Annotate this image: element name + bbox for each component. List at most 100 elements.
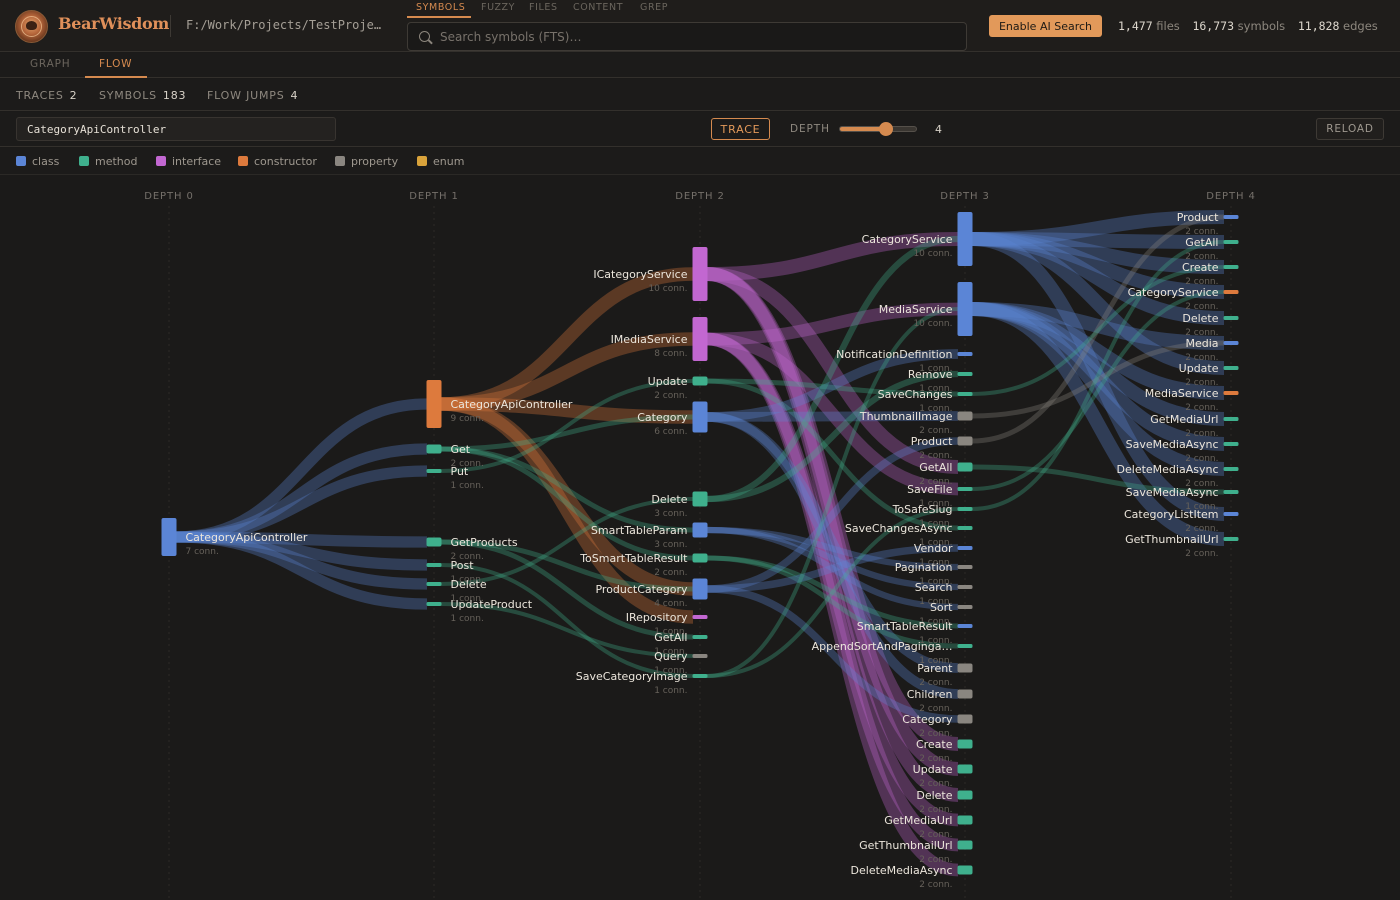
search-tab-fuzzy[interactable]: FUZZY bbox=[481, 2, 515, 13]
flow-node-d3-mediaservice[interactable]: MediaService 10 conn. bbox=[879, 282, 973, 336]
search-tab-content[interactable]: CONTENT bbox=[573, 2, 623, 13]
flow-node-bar[interactable] bbox=[426, 537, 442, 547]
flow-node-bar[interactable] bbox=[692, 401, 708, 433]
flow-node-bar[interactable] bbox=[957, 663, 973, 673]
flow-node-bar[interactable] bbox=[692, 247, 708, 301]
flow-node-bar[interactable] bbox=[692, 654, 708, 658]
legend-item-interface[interactable]: interface bbox=[156, 155, 221, 168]
flow-node-bar[interactable] bbox=[692, 635, 708, 639]
flow-node-bar[interactable] bbox=[957, 462, 973, 472]
tab-flow[interactable]: FLOW bbox=[99, 58, 132, 70]
flow-node-bar[interactable] bbox=[426, 469, 442, 473]
flow-node-bar[interactable] bbox=[692, 317, 708, 361]
flow-node-bar[interactable] bbox=[1223, 215, 1239, 219]
flow-node-bar[interactable] bbox=[1223, 442, 1239, 446]
flow-node-bar[interactable] bbox=[957, 507, 973, 511]
flow-node-bar[interactable] bbox=[957, 565, 973, 569]
flow-node-bar[interactable] bbox=[692, 553, 708, 563]
legend-item-property[interactable]: property bbox=[335, 155, 398, 168]
flow-node-bar[interactable] bbox=[1223, 366, 1239, 370]
flow-node-bar[interactable] bbox=[426, 563, 442, 567]
flow-node-bar[interactable] bbox=[692, 522, 708, 538]
depth-slider[interactable] bbox=[839, 122, 917, 136]
search-tab-symbols[interactable]: SYMBOLS bbox=[416, 2, 465, 13]
legend-item-enum[interactable]: enum bbox=[417, 155, 464, 168]
flow-node-d4-delete[interactable]: Delete2 conn. bbox=[1182, 312, 1239, 338]
legend-item-constructor[interactable]: constructor bbox=[238, 155, 317, 168]
flow-node-d2-update[interactable]: Update 2 conn. bbox=[648, 375, 708, 401]
flow-node-bar[interactable] bbox=[1223, 391, 1239, 395]
flow-node-bar[interactable] bbox=[957, 352, 973, 356]
flow-node-d2-savecategoryimage[interactable]: SaveCategoryImage 1 conn. bbox=[576, 670, 708, 696]
flow-node-bar[interactable] bbox=[957, 865, 973, 875]
flow-node-bar[interactable] bbox=[1223, 417, 1239, 421]
flow-node-bar[interactable] bbox=[426, 380, 442, 428]
flow-node-bar[interactable] bbox=[1223, 537, 1239, 541]
legend-item-method[interactable]: method bbox=[79, 155, 137, 168]
enable-ai-search-button[interactable]: Enable AI Search bbox=[989, 15, 1102, 37]
flow-node-bar[interactable] bbox=[692, 674, 708, 678]
flow-node-bar[interactable] bbox=[1223, 290, 1239, 294]
search-tab-files[interactable]: FILES bbox=[529, 2, 558, 13]
flow-node-bar[interactable] bbox=[1223, 240, 1239, 244]
flow-node-bar[interactable] bbox=[1223, 265, 1239, 269]
flow-node-d4-create[interactable]: Create2 conn. bbox=[1182, 261, 1239, 287]
flow-node-d4-update[interactable]: Update2 conn. bbox=[1179, 362, 1239, 388]
flow-node-bar[interactable] bbox=[692, 376, 708, 386]
flow-node-bar[interactable] bbox=[692, 615, 708, 619]
flow-node-bar[interactable] bbox=[957, 644, 973, 648]
flow-node-bar[interactable] bbox=[957, 546, 973, 550]
search-tab-grep[interactable]: GREP bbox=[640, 2, 668, 13]
flow-node-bar[interactable] bbox=[957, 282, 973, 336]
flow-node-bar[interactable] bbox=[957, 212, 973, 266]
flow-node-d2-delete[interactable]: Delete 3 conn. bbox=[651, 491, 708, 520]
flow-node-bar[interactable] bbox=[1223, 512, 1239, 516]
search-input[interactable] bbox=[440, 27, 960, 47]
flow-node-bar[interactable] bbox=[957, 605, 973, 609]
flow-node-bar[interactable] bbox=[957, 411, 973, 421]
flow-node-bar[interactable] bbox=[957, 436, 973, 446]
flow-node-bar[interactable] bbox=[161, 518, 177, 556]
flow-node-bar[interactable] bbox=[957, 372, 973, 376]
flow-node-bar[interactable] bbox=[957, 585, 973, 589]
flow-jumps-count: FLOW JUMPS 4 bbox=[207, 89, 298, 102]
flow-node-label: Update bbox=[913, 763, 953, 776]
flow-node-bar[interactable] bbox=[957, 714, 973, 724]
flow-node-bar[interactable] bbox=[957, 392, 973, 396]
flow-node-bar[interactable] bbox=[957, 764, 973, 774]
flow-node-label: Get bbox=[451, 443, 471, 456]
search-box[interactable] bbox=[407, 22, 967, 51]
depth-slider-handle[interactable] bbox=[878, 122, 893, 136]
legend-item-class[interactable]: class bbox=[16, 155, 59, 168]
reload-button[interactable]: RELOAD bbox=[1316, 118, 1384, 140]
flow-node-d3-parent[interactable]: Parent 2 conn. bbox=[917, 662, 973, 688]
flow-node-bar[interactable] bbox=[957, 526, 973, 530]
flow-node-d2-imediaservice[interactable]: IMediaService 8 conn. bbox=[611, 317, 708, 361]
flow-node-bar[interactable] bbox=[957, 790, 973, 800]
flow-node-bar[interactable] bbox=[1223, 316, 1239, 320]
flow-node-bar[interactable] bbox=[957, 840, 973, 850]
flow-node-bar[interactable] bbox=[692, 578, 708, 600]
flow-diagram[interactable]: DEPTH 0 DEPTH 1 DEPTH 2 DEPTH 3 DEPTH 4 Categ… bbox=[0, 176, 1400, 900]
root-symbol-input[interactable] bbox=[16, 117, 336, 141]
flow-node-bar[interactable] bbox=[426, 582, 442, 586]
flow-node-bar[interactable] bbox=[426, 444, 442, 454]
flow-node-bar[interactable] bbox=[957, 815, 973, 825]
project-path[interactable]: F:/Work/Projects/TestProje… bbox=[186, 18, 381, 32]
tab-graph[interactable]: GRAPH bbox=[30, 58, 70, 70]
flow-node-d2-category[interactable]: Category 6 conn. bbox=[637, 401, 708, 438]
flow-node-label: Category bbox=[637, 411, 688, 424]
flow-edge[interactable] bbox=[175, 443, 428, 543]
flow-node-bar[interactable] bbox=[957, 624, 973, 628]
flow-node-bar[interactable] bbox=[957, 487, 973, 491]
flow-node-bar[interactable] bbox=[957, 739, 973, 749]
flow-svg[interactable]: DEPTH 0 DEPTH 1 DEPTH 2 DEPTH 3 DEPTH 4 Categ… bbox=[0, 176, 1400, 900]
flow-node-bar[interactable] bbox=[1223, 341, 1239, 345]
trace-button[interactable]: TRACE bbox=[711, 118, 770, 140]
flow-node-bar[interactable] bbox=[957, 689, 973, 699]
flow-node-bar[interactable] bbox=[692, 491, 708, 507]
flow-node-label: Category bbox=[902, 713, 953, 726]
flow-node-bar[interactable] bbox=[1223, 490, 1239, 494]
flow-node-bar[interactable] bbox=[426, 602, 442, 606]
flow-node-bar[interactable] bbox=[1223, 467, 1239, 471]
